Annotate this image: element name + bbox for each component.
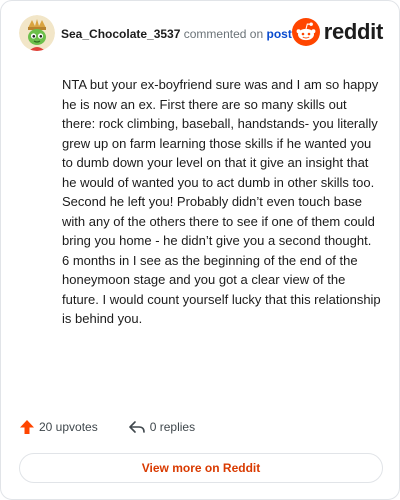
upvote-count[interactable]: 20 upvotes: [19, 419, 98, 435]
replies-text: 0 replies: [149, 420, 196, 434]
snoo-avatar-icon: [19, 15, 55, 51]
upvote-arrow-icon: [19, 419, 35, 435]
upvotes-text: 20 upvotes: [39, 420, 98, 434]
comment-header: Sea_Chocolate_3537 commented on post red…: [19, 15, 383, 55]
comment-stats: 20 upvotes 0 replies: [19, 417, 195, 437]
reddit-logo-icon: [291, 18, 320, 46]
comment-byline: Sea_Chocolate_3537 commented on post: [61, 27, 292, 41]
comment-embed-card: Sea_Chocolate_3537 commented on post red…: [0, 0, 400, 500]
comment-body: NTA but your ex-boyfriend sure was and I…: [62, 77, 381, 326]
reply-count[interactable]: 0 replies: [128, 419, 195, 435]
commented-on-text: commented on: [183, 27, 264, 41]
user-avatar[interactable]: [19, 15, 55, 51]
username-link[interactable]: Sea_Chocolate_3537: [61, 27, 180, 41]
view-more-on-reddit-button[interactable]: View more on Reddit: [19, 453, 383, 483]
post-link[interactable]: post: [266, 27, 291, 41]
reply-arrow-icon: [128, 419, 146, 435]
reddit-brand[interactable]: reddit: [291, 17, 384, 47]
reddit-wordmark: reddit: [323, 19, 384, 44]
